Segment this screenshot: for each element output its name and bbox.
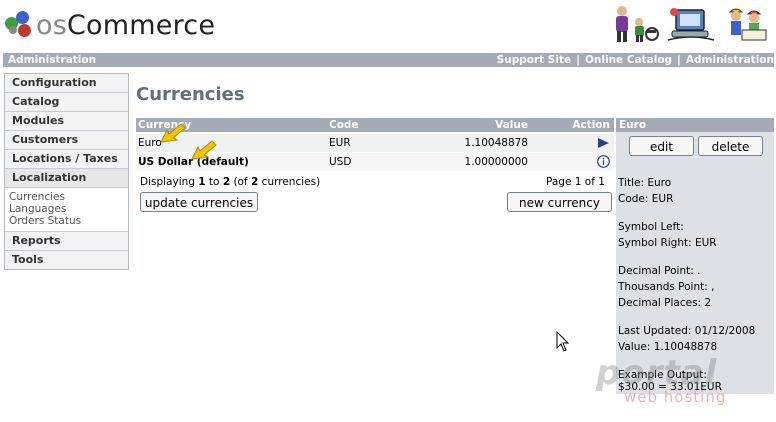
currency-code: USD — [329, 156, 352, 168]
oscommerce-logo[interactable]: osCommerce — [5, 9, 215, 41]
workers-icon — [728, 8, 767, 41]
currency-code: EUR — [329, 137, 351, 149]
detail-code: Code: EUR — [618, 193, 674, 205]
detail-title: Title: Euro — [618, 177, 672, 189]
table-header: Currency Code Value Action — [136, 118, 614, 132]
detail-heading: Euro — [616, 118, 774, 132]
detail-thousands-point: Thousands Point: , — [618, 281, 715, 293]
detail-symbol-left: Symbol Left: — [618, 221, 684, 233]
topbar-admin-label: Administration — [8, 54, 97, 66]
mouse-cursor-icon — [556, 331, 570, 352]
detail-decimal-places: Decimal Places: 2 — [618, 297, 712, 309]
family-icon — [616, 6, 659, 42]
update-currencies-button[interactable]: update currencies — [140, 192, 258, 212]
sidebar-item-configuration[interactable]: Configuration — [5, 74, 128, 93]
sidebar-item-tools[interactable]: Tools — [5, 251, 128, 269]
delete-button[interactable]: delete — [698, 136, 763, 156]
tutorial-arrow-icon — [191, 140, 217, 160]
portal-watermark: portal web hosting — [596, 353, 727, 406]
sidebar: Configuration Catalog Modules Customers … — [4, 73, 129, 270]
sidebar-item-locations-taxes[interactable]: Locations / Taxes — [5, 150, 128, 169]
col-action: Action — [572, 119, 610, 131]
new-currency-button[interactable]: new currency — [507, 192, 612, 212]
sidebar-item-localization[interactable]: Localization — [5, 169, 128, 188]
display-count-text: Displaying 1 to 2 (of 2 currencies) — [140, 176, 321, 188]
sidebar-item-reports[interactable]: Reports — [5, 232, 128, 251]
info-icon[interactable] — [597, 155, 610, 168]
edit-button[interactable]: edit — [629, 136, 694, 156]
header-illustrations — [608, 4, 770, 44]
online-catalog-link[interactable]: Online Catalog — [585, 54, 672, 66]
support-site-link[interactable]: Support Site — [497, 54, 571, 66]
sidebar-item-modules[interactable]: Modules — [5, 112, 128, 131]
computer-icon — [667, 8, 715, 41]
sidebar-subitem-currencies[interactable]: Currencies — [5, 191, 128, 203]
col-value: Value — [495, 119, 528, 131]
sidebar-subitem-languages[interactable]: Languages — [5, 203, 128, 215]
detail-value: Value: 1.10048878 — [618, 341, 718, 353]
currency-value: 1.00000000 — [464, 156, 528, 168]
logo-mark-icon — [5, 11, 33, 39]
page-title: Currencies — [136, 84, 245, 105]
play-arrow-icon — [598, 138, 609, 148]
detail-last-updated: Last Updated: 01/12/2008 — [618, 325, 756, 337]
sidebar-item-customers[interactable]: Customers — [5, 131, 128, 150]
topbar-links: Support Site | Online Catalog | Administrati… — [496, 54, 774, 66]
top-nav-bar: Administration Support Site | Online Catal… — [3, 53, 774, 67]
tutorial-arrow-icon — [160, 123, 186, 143]
logo-text: osCommerce — [36, 9, 216, 41]
watermark-sub: web hosting — [624, 388, 727, 406]
localization-submenu: Currencies Languages Orders Status — [5, 188, 128, 232]
currency-value: 1.10048878 — [464, 137, 528, 149]
col-code: Code — [329, 119, 359, 131]
page-info: Page 1 of 1 — [546, 176, 605, 188]
detail-symbol-right: Symbol Right: EUR — [618, 237, 717, 249]
watermark-main: portal — [596, 353, 718, 393]
sidebar-item-catalog[interactable]: Catalog — [5, 93, 128, 112]
administration-link[interactable]: Administration — [686, 54, 774, 66]
sidebar-subitem-orders-status[interactable]: Orders Status — [5, 215, 128, 227]
detail-decimal-point: Decimal Point: . — [618, 265, 701, 277]
